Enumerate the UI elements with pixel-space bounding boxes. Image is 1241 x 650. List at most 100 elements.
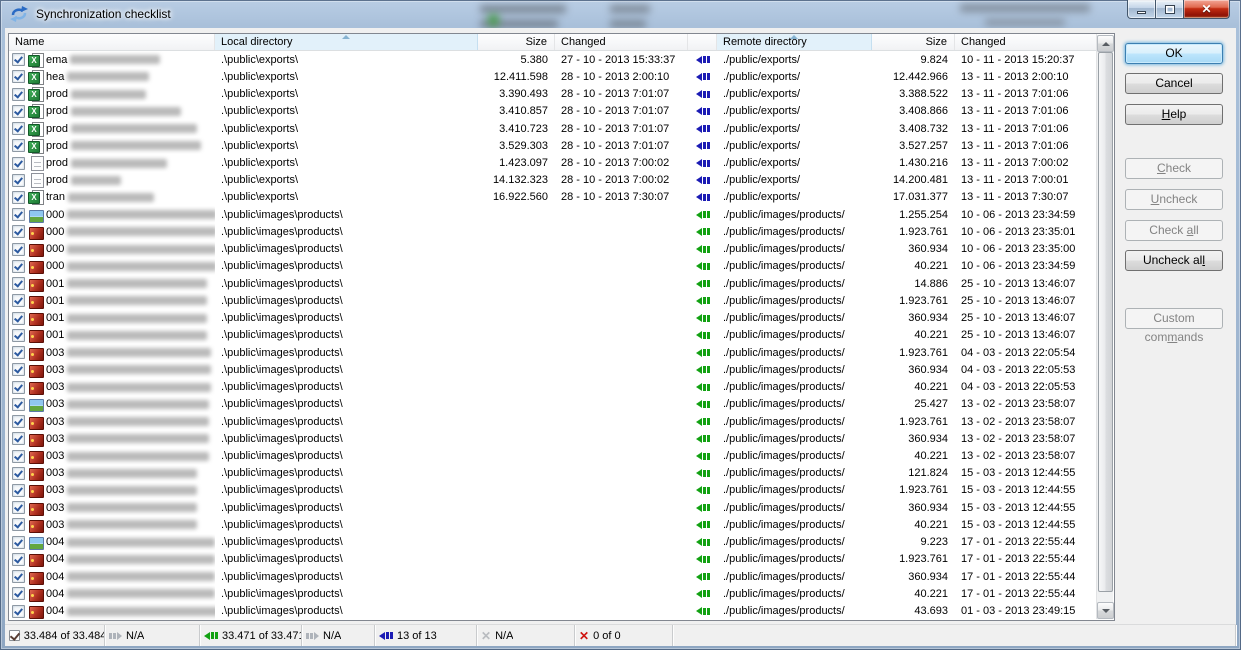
table-row[interactable]: 000.\public\images\products\./public/ima…: [9, 241, 1097, 258]
table-row[interactable]: hea.\public\exports\12.411.59828 - 10 - …: [9, 68, 1097, 85]
local-directory-cell: .\public\images\products\: [215, 344, 478, 361]
row-checkbox[interactable]: [12, 363, 25, 376]
row-checkbox[interactable]: [12, 312, 25, 325]
scrollbar-thumb[interactable]: [1098, 52, 1113, 592]
row-checkbox[interactable]: [12, 536, 25, 549]
remote-changed-cell: 15 - 03 - 2013 12:44:55: [955, 516, 1097, 533]
table-row[interactable]: prod.\public\exports\3.410.72328 - 10 - …: [9, 120, 1097, 137]
table-row[interactable]: 003.\public\images\products\./public/ima…: [9, 413, 1097, 430]
local-directory-cell: .\public\images\products\: [215, 361, 478, 378]
table-row[interactable]: 003.\public\images\products\./public/ima…: [9, 361, 1097, 378]
row-checkbox[interactable]: [12, 53, 25, 66]
table-row[interactable]: 003.\public\images\products\./public/ima…: [9, 499, 1097, 516]
redacted-file-name: [67, 555, 215, 564]
table-row[interactable]: 003.\public\images\products\./public/ima…: [9, 430, 1097, 447]
table-row[interactable]: 004.\public\images\products\./public/ima…: [9, 534, 1097, 551]
table-row[interactable]: 003.\public\images\products\./public/ima…: [9, 465, 1097, 482]
minimize-button[interactable]: [1127, 0, 1156, 19]
table-row[interactable]: 004.\public\images\products\./public/ima…: [9, 585, 1097, 602]
table-row[interactable]: 001.\public\images\products\./public/ima…: [9, 310, 1097, 327]
local-changed-cell: 28 - 10 - 2013 7:01:07: [555, 120, 688, 137]
status-panel-text: N/A: [323, 630, 341, 642]
row-checkbox[interactable]: [12, 484, 25, 497]
column-header-changed[interactable]: Changed: [955, 34, 1097, 50]
name-cell: prod: [9, 85, 215, 102]
local-changed-cell: [555, 396, 688, 413]
table-row[interactable]: 000.\public\images\products\./public/ima…: [9, 223, 1097, 240]
row-checkbox[interactable]: [12, 277, 25, 290]
row-checkbox[interactable]: [12, 450, 25, 463]
local-size-cell: [478, 292, 555, 309]
table-row[interactable]: 001.\public\images\products\./public/ima…: [9, 327, 1097, 344]
row-checkbox[interactable]: [12, 605, 25, 618]
row-checkbox[interactable]: [12, 518, 25, 531]
table-row[interactable]: 004.\public\images\products\./public/ima…: [9, 603, 1097, 620]
list-header[interactable]: NameLocal directorySizeChangedRemote dir…: [9, 34, 1097, 51]
row-checkbox[interactable]: [12, 381, 25, 394]
table-row[interactable]: 003.\public\images\products\./public/ima…: [9, 447, 1097, 464]
table-row[interactable]: prod.\public\exports\3.410.85728 - 10 - …: [9, 103, 1097, 120]
vertical-scrollbar[interactable]: [1096, 35, 1113, 619]
table-row[interactable]: 000.\public\images\products\./public/ima…: [9, 206, 1097, 223]
title-bar[interactable]: Synchronization checklist ✕: [0, 0, 1241, 28]
row-checkbox[interactable]: [12, 174, 25, 187]
table-row[interactable]: tran.\public\exports\16.922.56028 - 10 -…: [9, 189, 1097, 206]
uncheck-all-button[interactable]: Uncheck all: [1125, 250, 1223, 271]
table-row[interactable]: 000.\public\images\products\./public/ima…: [9, 258, 1097, 275]
table-row[interactable]: 001.\public\images\products\./public/ima…: [9, 292, 1097, 309]
row-checkbox[interactable]: [12, 70, 25, 83]
row-checkbox[interactable]: [12, 432, 25, 445]
table-row[interactable]: 003.\public\images\products\./public/ima…: [9, 344, 1097, 361]
row-checkbox[interactable]: [12, 105, 25, 118]
sync-file-list[interactable]: NameLocal directorySizeChangedRemote dir…: [8, 33, 1115, 621]
column-header-size[interactable]: Size: [478, 34, 555, 50]
table-row[interactable]: 003.\public\images\products\./public/ima…: [9, 378, 1097, 395]
scroll-down-button[interactable]: [1097, 602, 1114, 619]
table-row[interactable]: 001.\public\images\products\./public/ima…: [9, 275, 1097, 292]
row-checkbox[interactable]: [12, 415, 25, 428]
row-checkbox[interactable]: [12, 570, 25, 583]
close-button[interactable]: ✕: [1183, 0, 1230, 19]
table-row[interactable]: 003.\public\images\products\./public/ima…: [9, 516, 1097, 533]
column-header-remote-directory[interactable]: Remote directory: [717, 34, 872, 50]
row-checkbox[interactable]: [12, 225, 25, 238]
table-row[interactable]: 003.\public\images\products\./public/ima…: [9, 396, 1097, 413]
column-header-local-directory[interactable]: Local directory: [215, 34, 478, 50]
row-checkbox[interactable]: [12, 329, 25, 342]
row-checkbox[interactable]: [12, 243, 25, 256]
table-row[interactable]: prod.\public\exports\14.132.32328 - 10 -…: [9, 172, 1097, 189]
table-row[interactable]: 004.\public\images\products\./public/ima…: [9, 568, 1097, 585]
column-header-name[interactable]: Name: [9, 34, 215, 50]
scroll-up-button[interactable]: [1097, 35, 1114, 52]
local-size-cell: 16.922.560: [478, 189, 555, 206]
table-row[interactable]: 004.\public\images\products\./public/ima…: [9, 551, 1097, 568]
file-name-prefix: 003: [46, 347, 64, 359]
row-checkbox[interactable]: [12, 294, 25, 307]
maximize-button[interactable]: [1156, 0, 1183, 19]
row-checkbox[interactable]: [12, 122, 25, 135]
row-checkbox[interactable]: [12, 157, 25, 170]
table-row[interactable]: prod.\public\exports\3.390.49328 - 10 - …: [9, 85, 1097, 102]
column-header-size[interactable]: Size: [872, 34, 955, 50]
row-checkbox[interactable]: [12, 553, 25, 566]
table-row[interactable]: prod.\public\exports\1.423.09728 - 10 - …: [9, 154, 1097, 171]
row-checkbox[interactable]: [12, 501, 25, 514]
row-checkbox[interactable]: [12, 88, 25, 101]
local-size-cell: [478, 275, 555, 292]
table-row[interactable]: prod.\public\exports\3.529.30328 - 10 - …: [9, 137, 1097, 154]
column-header-changed[interactable]: Changed: [555, 34, 688, 50]
row-checkbox[interactable]: [12, 208, 25, 221]
column-header-direction[interactable]: [688, 34, 717, 50]
table-row[interactable]: 003.\public\images\products\./public/ima…: [9, 482, 1097, 499]
ok-button[interactable]: OK: [1125, 43, 1223, 64]
table-row[interactable]: ema.\public\exports\5.38027 - 10 - 2013 …: [9, 51, 1097, 68]
row-checkbox[interactable]: [12, 260, 25, 273]
row-checkbox[interactable]: [12, 191, 25, 204]
cancel-button[interactable]: Cancel: [1125, 73, 1223, 94]
row-checkbox[interactable]: [12, 467, 25, 480]
row-checkbox[interactable]: [12, 346, 25, 359]
row-checkbox[interactable]: [12, 587, 25, 600]
help-button[interactable]: Help: [1125, 104, 1223, 125]
row-checkbox[interactable]: [12, 398, 25, 411]
row-checkbox[interactable]: [12, 139, 25, 152]
